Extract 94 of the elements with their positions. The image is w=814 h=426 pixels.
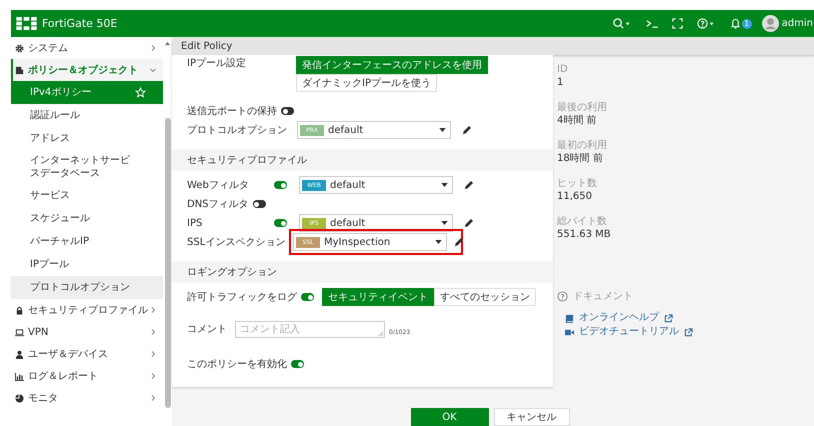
app-title: FortiGate 50E bbox=[42, 17, 118, 30]
help-icon bbox=[557, 290, 568, 302]
caret-icon bbox=[441, 183, 448, 187]
laptop-icon bbox=[15, 328, 24, 336]
chevron-down-icon bbox=[149, 66, 157, 74]
sidebar-item[interactable]: システム bbox=[11, 37, 163, 59]
external-link-icon[interactable] bbox=[664, 314, 673, 322]
field-label: SSLインスペクション bbox=[187, 236, 286, 249]
notification-badge: 1 bbox=[742, 18, 752, 28]
option-button[interactable]: ダイナミックIPプールを使う bbox=[296, 74, 437, 92]
section-title: セキュリティプロファイル bbox=[187, 154, 307, 167]
info-value: 4時間 前 bbox=[557, 114, 598, 127]
cancel-button[interactable]: キャンセル bbox=[494, 408, 570, 426]
chevron-right-icon bbox=[149, 306, 157, 314]
search-icon[interactable] bbox=[613, 18, 632, 29]
field-label: このポリシーを有効化 bbox=[187, 358, 287, 371]
page-title: Edit Policy bbox=[181, 40, 232, 52]
sidebar-item[interactable]: インターネットサービスデータベース bbox=[11, 150, 163, 184]
caret-icon bbox=[435, 240, 442, 244]
sidebar-item[interactable]: スケジュール bbox=[11, 207, 163, 230]
sidebar-item[interactable]: プロトコルオプション bbox=[11, 276, 163, 299]
doc-link[interactable]: オンラインヘルプ bbox=[579, 311, 659, 325]
sidebar-item[interactable]: サービス bbox=[11, 184, 163, 207]
user-menu[interactable]: admin bbox=[782, 18, 813, 29]
scroll-up-icon[interactable] bbox=[164, 41, 171, 46]
field-label: Webフィルタ bbox=[187, 179, 250, 192]
sidebar-item[interactable]: ポリシー＆オブジェクト bbox=[11, 59, 163, 81]
field-label: 許可トラフィックをログ bbox=[187, 290, 297, 304]
info-label: 最後の利用 bbox=[557, 101, 608, 114]
field-label: DNSフィルタ bbox=[187, 198, 249, 211]
help-icon[interactable] bbox=[697, 18, 716, 29]
toggle-switch[interactable] bbox=[291, 360, 304, 368]
chevron-right-icon bbox=[149, 44, 157, 52]
option-button[interactable]: セキュリティイベント bbox=[322, 288, 434, 306]
info-value: 1 bbox=[557, 76, 564, 89]
chevron-right-icon bbox=[149, 372, 157, 380]
sidebar-item[interactable]: IPv4ポリシー bbox=[11, 81, 163, 104]
field-label: 送信元ポートの保持 bbox=[187, 104, 277, 118]
info-label: 総バイト数 bbox=[557, 215, 608, 228]
terminal-icon[interactable] bbox=[646, 18, 658, 29]
edit-icon[interactable] bbox=[462, 125, 472, 135]
resize-grip-icon[interactable] bbox=[378, 330, 383, 336]
sidebar-item[interactable]: モニタ bbox=[11, 387, 163, 409]
gear-icon bbox=[15, 44, 24, 52]
external-link-icon[interactable] bbox=[684, 328, 693, 336]
toggle-switch[interactable] bbox=[274, 219, 287, 227]
pie-chart-icon bbox=[15, 394, 24, 402]
edit-icon[interactable] bbox=[464, 180, 474, 190]
sidebar-item[interactable]: 認証ルール bbox=[11, 104, 163, 127]
doc-link[interactable]: ビデオチュートリアル bbox=[579, 325, 679, 339]
chevron-right-icon bbox=[149, 328, 157, 336]
sidebar-item[interactable]: セキュリティプロファイル bbox=[11, 299, 163, 321]
comment-field[interactable]: コメント記入 bbox=[235, 320, 385, 338]
field-label: IPプール設定 bbox=[187, 56, 247, 70]
toggle-switch[interactable] bbox=[252, 200, 266, 208]
info-value: 18時間 前 bbox=[557, 152, 604, 165]
option-button[interactable]: 発信インターフェースのアドレスを使用 bbox=[296, 56, 488, 74]
caret-icon bbox=[439, 128, 446, 132]
docs-title: ドキュメント bbox=[573, 290, 633, 303]
user-icon bbox=[15, 350, 24, 358]
field-label: IPS bbox=[187, 218, 204, 228]
bar-chart-icon bbox=[15, 372, 24, 380]
caret-icon bbox=[441, 221, 448, 225]
ok-button[interactable]: OK bbox=[410, 408, 488, 426]
sidebar-item[interactable]: IPプール bbox=[11, 253, 163, 276]
info-value: 551.63 MB bbox=[557, 228, 612, 241]
info-value: 11,650 bbox=[557, 190, 593, 203]
document-icon bbox=[15, 66, 24, 74]
chevron-right-icon bbox=[149, 394, 157, 402]
info-label: ヒット数 bbox=[557, 177, 598, 190]
fullscreen-icon[interactable] bbox=[672, 18, 684, 29]
info-label: ID bbox=[557, 63, 569, 76]
field-label: プロトコルオプション bbox=[187, 124, 288, 137]
toggle-switch[interactable] bbox=[301, 293, 314, 301]
sidebar-item[interactable]: ログ＆レポート bbox=[11, 365, 163, 387]
sidebar-item[interactable]: ユーザ＆デバイス bbox=[11, 343, 163, 365]
info-label: 最初の利用 bbox=[557, 139, 608, 152]
toggle-switch[interactable] bbox=[274, 181, 287, 189]
sidebar-item[interactable]: アドレス bbox=[11, 127, 163, 150]
book-icon bbox=[565, 314, 574, 322]
bell-icon[interactable] bbox=[730, 18, 741, 29]
sidebar-item[interactable]: VPN bbox=[11, 321, 163, 343]
avatar-icon[interactable] bbox=[762, 15, 779, 32]
chevron-right-icon bbox=[149, 350, 157, 358]
star-icon[interactable] bbox=[135, 87, 146, 98]
scroll-thumb[interactable] bbox=[164, 118, 170, 408]
video-camera-icon bbox=[565, 328, 574, 336]
option-button[interactable]: すべてのセッション bbox=[434, 288, 536, 306]
field-label: コメント bbox=[187, 323, 228, 336]
section-title: ロギングオプション bbox=[187, 266, 277, 279]
logo-icon bbox=[16, 17, 37, 30]
lock-icon bbox=[15, 306, 24, 314]
sidebar-item[interactable]: バーチャルIP bbox=[11, 230, 163, 253]
toggle-switch[interactable] bbox=[281, 107, 294, 115]
